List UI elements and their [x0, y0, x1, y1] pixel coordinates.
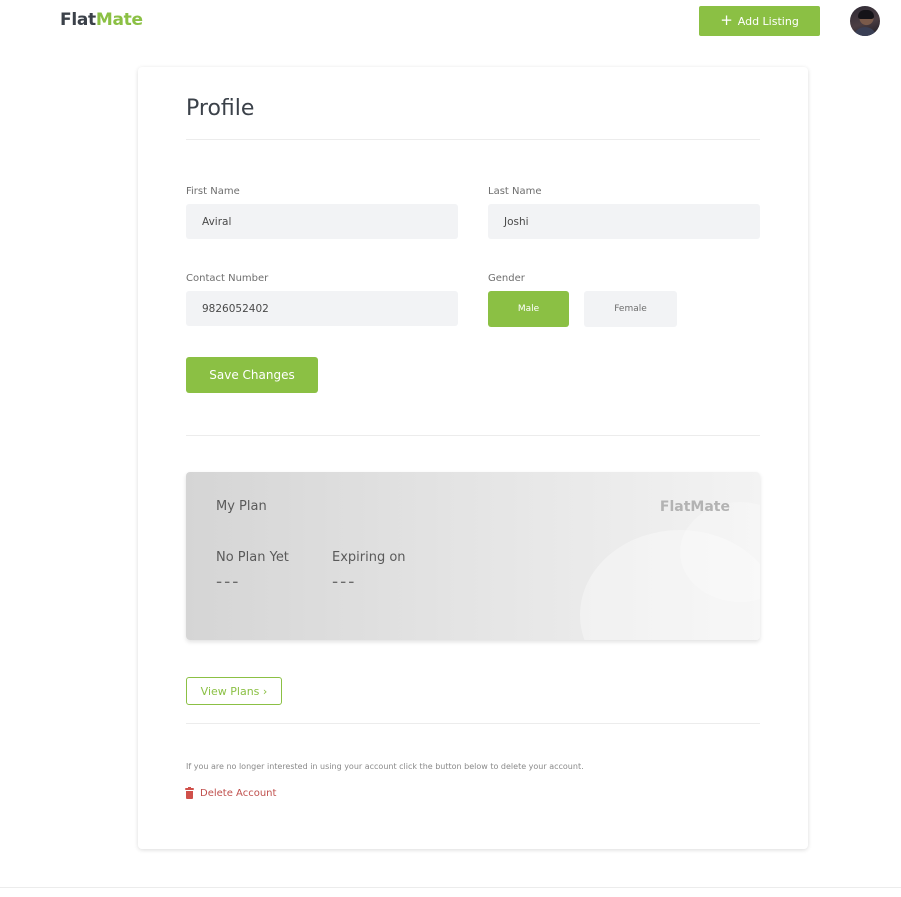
- last-name-label: Last Name: [488, 186, 542, 197]
- contact-number-input[interactable]: 9826052402: [186, 291, 458, 326]
- plans-divider: [186, 723, 760, 724]
- page-title: Profile: [186, 96, 255, 121]
- logo-text-mate: Mate: [95, 10, 143, 30]
- plus-icon: +: [720, 10, 733, 29]
- gender-male-button[interactable]: Male: [488, 291, 569, 327]
- plan-brand: FlatMate: [659, 499, 730, 515]
- logo-text-flat: Flat: [60, 10, 96, 30]
- avatar-hair: [858, 10, 874, 19]
- save-changes-button[interactable]: Save Changes: [186, 357, 318, 393]
- plan-title: My Plan: [216, 499, 267, 514]
- add-listing-label: Add Listing: [737, 14, 799, 28]
- plan-status-label: No Plan Yet: [216, 550, 289, 565]
- plan-card: My Plan FlatMate No Plan Yet --- Expirin…: [186, 472, 760, 640]
- trash-icon: [185, 787, 194, 799]
- view-plans-button[interactable]: View Plans ›: [186, 677, 282, 705]
- top-navbar: FlatMate + Add Listing: [0, 0, 901, 42]
- add-listing-button[interactable]: + Add Listing: [699, 6, 820, 36]
- first-name-input[interactable]: Aviral: [186, 204, 458, 239]
- avatar[interactable]: [850, 6, 880, 36]
- avatar-body: [853, 27, 877, 36]
- gender-label: Gender: [488, 273, 525, 284]
- logo[interactable]: FlatMate: [60, 10, 143, 30]
- delete-account-note: If you are no longer interested in using…: [186, 762, 584, 771]
- title-divider: [186, 139, 760, 140]
- first-name-label: First Name: [186, 186, 240, 197]
- last-name-input[interactable]: Joshi: [488, 204, 760, 239]
- contact-number-label: Contact Number: [186, 273, 269, 284]
- plan-expiry-label: Expiring on: [332, 550, 406, 565]
- plan-expiry-value: ---: [332, 572, 357, 592]
- plan-status-value: ---: [216, 572, 241, 592]
- delete-account-button[interactable]: Delete Account: [185, 787, 277, 799]
- section-divider: [186, 435, 760, 436]
- profile-card: Profile First Name Aviral Last Name Josh…: [138, 67, 808, 849]
- delete-account-label: Delete Account: [200, 788, 277, 799]
- gender-female-button[interactable]: Female: [584, 291, 677, 327]
- footer-divider: [0, 887, 901, 888]
